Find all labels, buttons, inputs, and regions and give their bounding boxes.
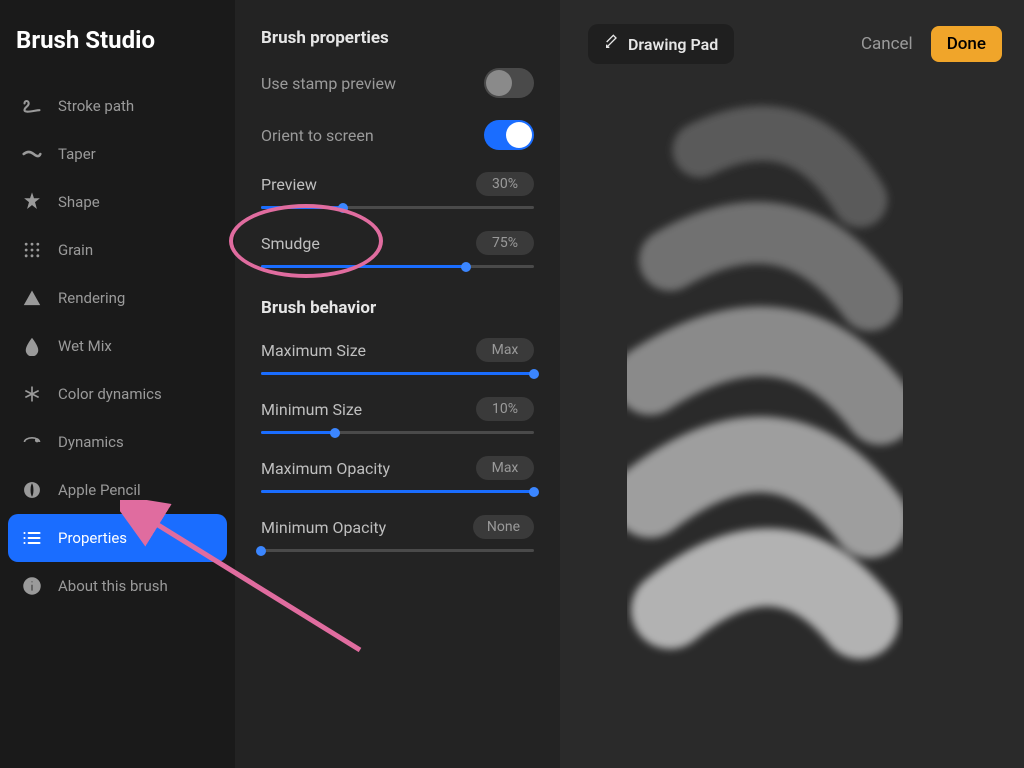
sidebar-item-label: Grain: [58, 241, 93, 259]
cancel-button[interactable]: Cancel: [861, 34, 913, 54]
edit-icon: [604, 34, 620, 54]
toggle-label: Use stamp preview: [261, 74, 396, 93]
properties-icon: [22, 528, 42, 548]
app-root: Brush Studio Stroke path Taper Shape Gra…: [0, 0, 1024, 768]
slider-label: Maximum Size: [261, 341, 366, 360]
toggle-knob: [506, 122, 532, 148]
section-title-brush-behavior: Brush behavior: [261, 298, 534, 318]
toggle-row-stamp-preview: Use stamp preview: [261, 68, 534, 98]
about-icon: [22, 576, 42, 596]
color-dynamics-icon: [22, 384, 42, 404]
sidebar-item-dynamics[interactable]: Dynamics: [8, 418, 227, 466]
slider-value: None: [473, 515, 534, 539]
stroke-path-icon: [22, 96, 42, 116]
sidebar-item-label: Apple Pencil: [58, 481, 141, 499]
toggle-stamp-preview[interactable]: [484, 68, 534, 98]
slider-label: Preview: [261, 175, 317, 194]
app-title: Brush Studio: [8, 20, 227, 82]
wet-mix-icon: [22, 336, 42, 356]
grain-icon: [22, 240, 42, 260]
slider-value: 75%: [476, 231, 534, 255]
slider-max-opacity: Maximum Opacity Max: [261, 456, 534, 493]
sidebar: Brush Studio Stroke path Taper Shape Gra…: [0, 0, 235, 768]
sidebar-item-about[interactable]: About this brush: [8, 562, 227, 610]
toggle-row-orient-screen: Orient to screen: [261, 120, 534, 150]
sidebar-item-label: Shape: [58, 193, 100, 211]
sidebar-item-rendering[interactable]: Rendering: [8, 274, 227, 322]
slider-value: 10%: [476, 397, 534, 421]
slider-label: Minimum Size: [261, 400, 362, 419]
drawing-pad-label: Drawing Pad: [628, 35, 718, 54]
sidebar-item-label: Color dynamics: [58, 385, 162, 403]
section-title-brush-properties: Brush properties: [261, 28, 534, 48]
toggle-label: Orient to screen: [261, 126, 374, 145]
slider-max-size: Maximum Size Max: [261, 338, 534, 375]
slider-track-min-size[interactable]: [261, 431, 534, 434]
settings-panel: Brush properties Use stamp preview Orien…: [235, 0, 560, 768]
preview-toolbar: Drawing Pad Cancel Done: [560, 0, 1024, 64]
slider-track-preview[interactable]: [261, 206, 534, 209]
toggle-knob: [486, 70, 512, 96]
sidebar-item-label: Dynamics: [58, 433, 124, 451]
sidebar-item-grain[interactable]: Grain: [8, 226, 227, 274]
sidebar-item-label: Taper: [58, 145, 96, 163]
slider-value: 30%: [476, 172, 534, 196]
slider-min-opacity: Minimum Opacity None: [261, 515, 534, 552]
shape-icon: [22, 192, 42, 212]
done-button[interactable]: Done: [931, 26, 1002, 62]
slider-track-min-opacity[interactable]: [261, 549, 534, 552]
sidebar-item-label: Properties: [58, 529, 127, 547]
slider-label: Smudge: [261, 234, 320, 253]
drawing-pad-button[interactable]: Drawing Pad: [588, 24, 734, 64]
rendering-icon: [22, 288, 42, 308]
sidebar-item-label: About this brush: [58, 577, 168, 595]
brush-preview-canvas: [560, 0, 1024, 768]
slider-label: Maximum Opacity: [261, 459, 390, 478]
sidebar-item-color-dynamics[interactable]: Color dynamics: [8, 370, 227, 418]
slider-value: Max: [476, 456, 534, 480]
sidebar-item-shape[interactable]: Shape: [8, 178, 227, 226]
slider-value: Max: [476, 338, 534, 362]
slider-track-max-opacity[interactable]: [261, 490, 534, 493]
preview-pane: Drawing Pad Cancel Done: [560, 0, 1024, 768]
taper-icon: [22, 144, 42, 164]
sidebar-item-label: Rendering: [58, 289, 125, 307]
slider-smudge: Smudge 75%: [261, 231, 534, 268]
sidebar-item-stroke-path[interactable]: Stroke path: [8, 82, 227, 130]
sidebar-item-label: Wet Mix: [58, 337, 112, 355]
sidebar-item-wet-mix[interactable]: Wet Mix: [8, 322, 227, 370]
slider-min-size: Minimum Size 10%: [261, 397, 534, 434]
slider-preview: Preview 30%: [261, 172, 534, 209]
toggle-orient-screen[interactable]: [484, 120, 534, 150]
sidebar-item-taper[interactable]: Taper: [8, 130, 227, 178]
apple-pencil-icon: [22, 480, 42, 500]
sidebar-item-apple-pencil[interactable]: Apple Pencil: [8, 466, 227, 514]
slider-label: Minimum Opacity: [261, 518, 386, 537]
slider-track-max-size[interactable]: [261, 372, 534, 375]
sidebar-item-properties[interactable]: Properties: [8, 514, 227, 562]
sidebar-item-label: Stroke path: [58, 97, 134, 115]
slider-track-smudge[interactable]: [261, 265, 534, 268]
dynamics-icon: [22, 432, 42, 452]
